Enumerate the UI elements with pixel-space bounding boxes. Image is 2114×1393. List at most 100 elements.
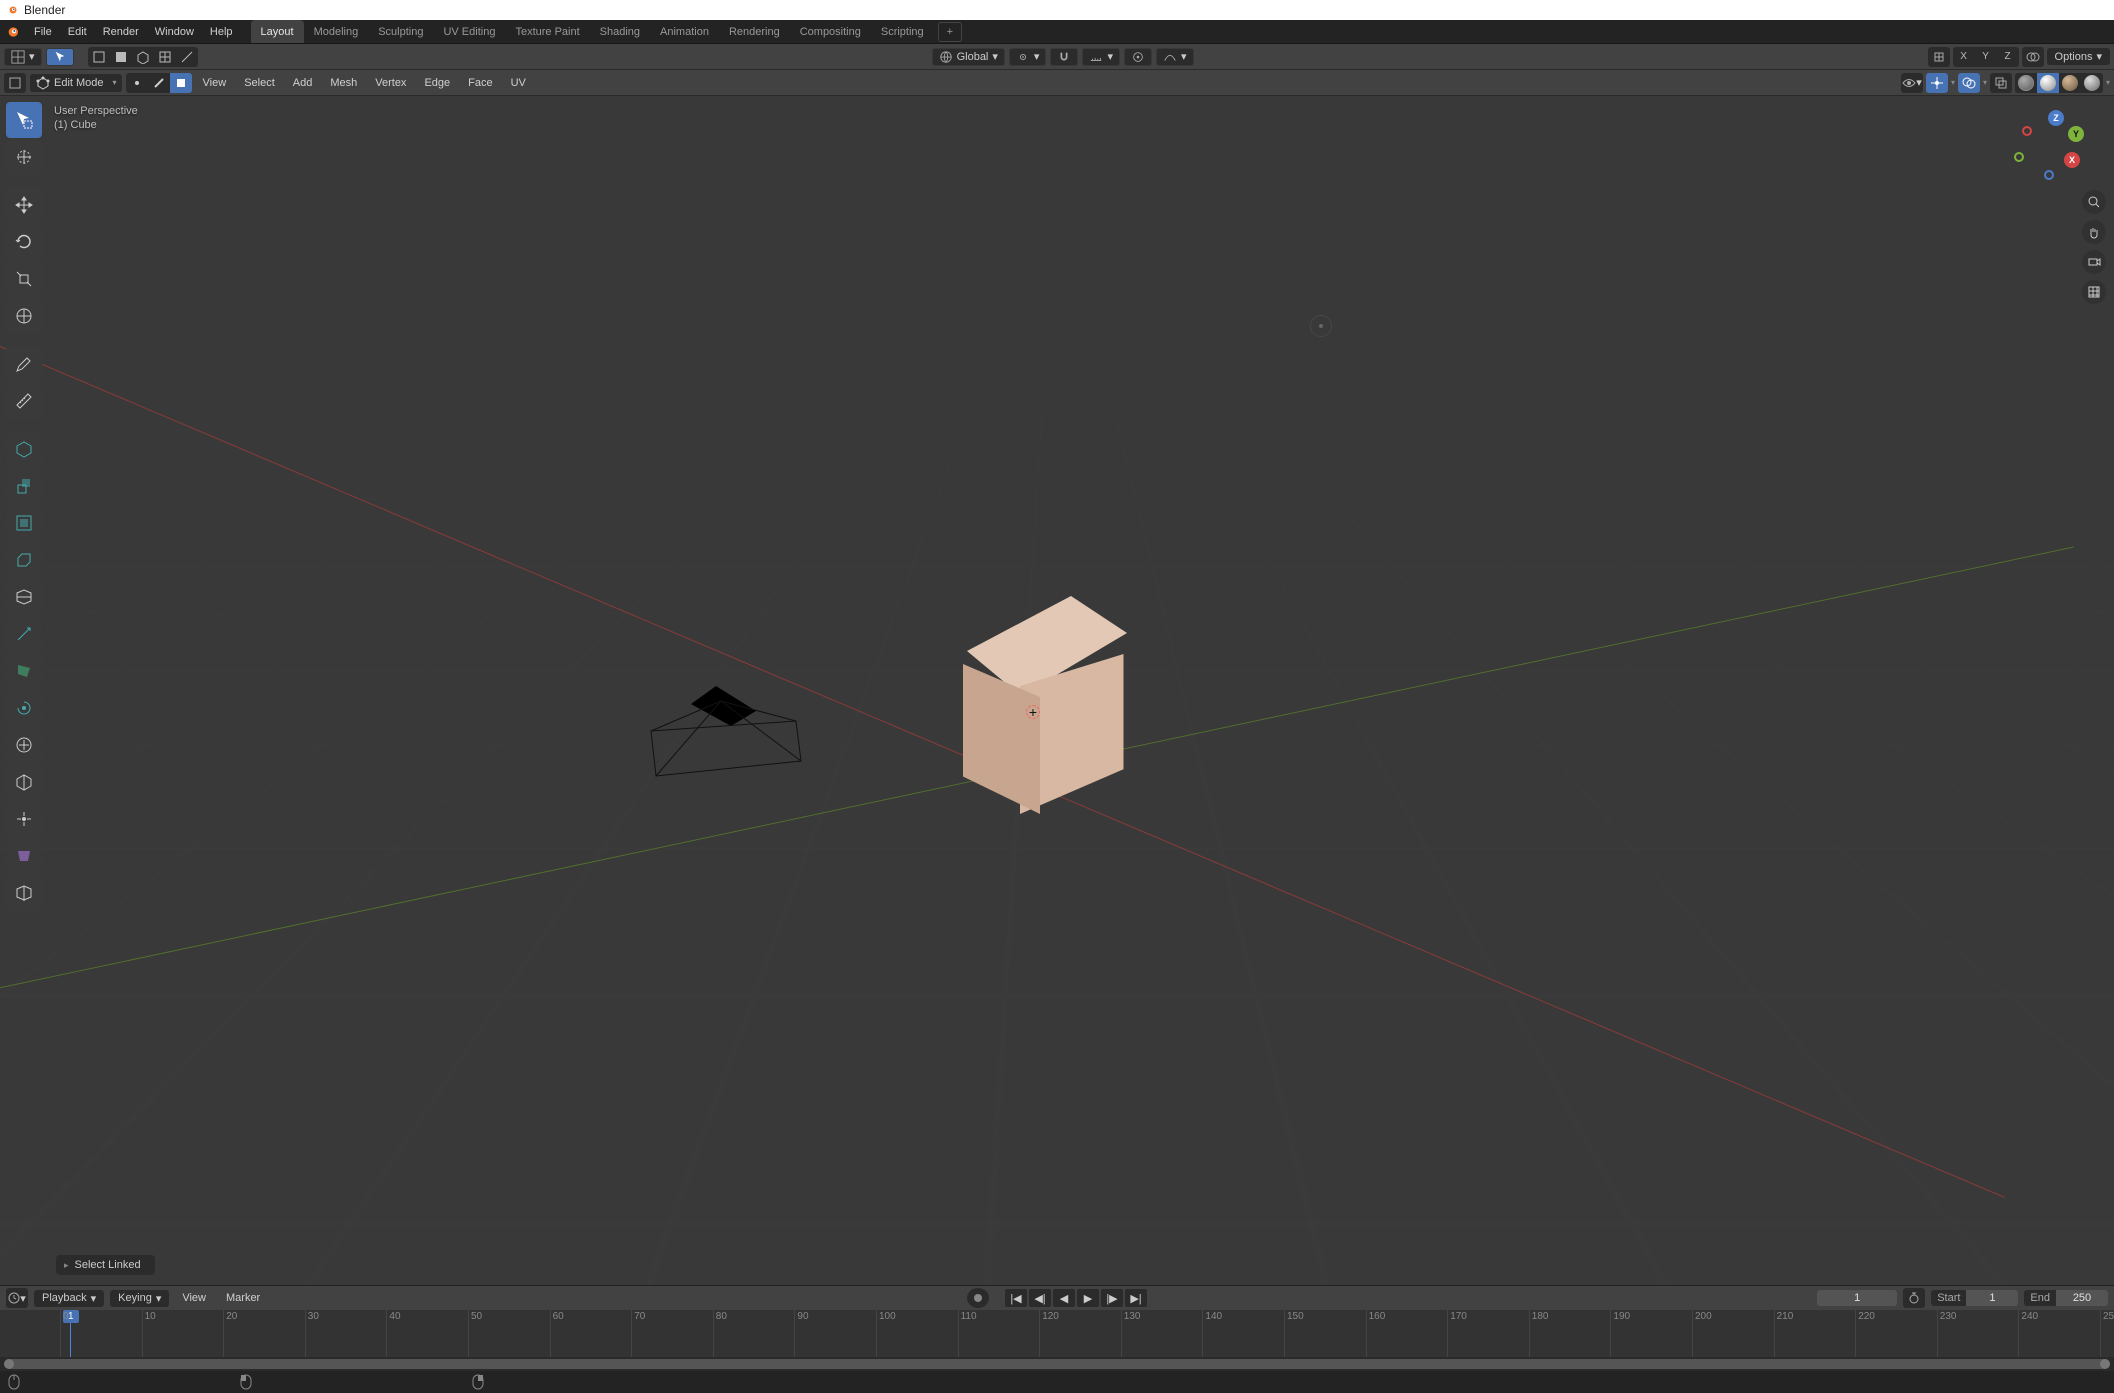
timeline-ruler[interactable]: 0102030405060708090100110120130140150160… xyxy=(0,1310,2114,1357)
tab-compositing[interactable]: Compositing xyxy=(790,20,871,43)
snap-dropdown[interactable]: ▾ xyxy=(1082,48,1120,66)
tool-knife[interactable] xyxy=(6,616,42,652)
gizmo-toggle[interactable] xyxy=(1926,73,1948,93)
tool-select-box[interactable] xyxy=(6,102,42,138)
tool-bevel[interactable] xyxy=(6,542,42,578)
axis-x-toggle[interactable]: X xyxy=(1953,47,1975,67)
keyframe-prev-button[interactable]: ◀| xyxy=(1029,1289,1051,1307)
shading-rendered[interactable] xyxy=(2081,73,2103,93)
preview-range-toggle[interactable] xyxy=(1903,1288,1925,1308)
menu-render[interactable]: Render xyxy=(95,22,147,42)
vertex-select-mode[interactable] xyxy=(126,73,148,93)
menu-view-3d[interactable]: View xyxy=(196,74,234,92)
end-frame-field[interactable]: 250 xyxy=(2056,1290,2108,1306)
tool-move[interactable] xyxy=(6,187,42,223)
timeline-scroll-thumb[interactable] xyxy=(4,1359,2110,1369)
tool-rip[interactable] xyxy=(6,875,42,911)
menu-uv[interactable]: UV xyxy=(504,74,533,92)
nav-gizmo[interactable]: Z Y X xyxy=(2012,110,2084,182)
zoom-button[interactable] xyxy=(2082,190,2106,214)
xray-toggle[interactable] xyxy=(1990,73,2012,93)
tool-scale[interactable] xyxy=(6,261,42,297)
visibility-dropdown[interactable]: ▾ xyxy=(1901,73,1923,93)
select-cube-icon[interactable] xyxy=(132,47,154,67)
jump-end-button[interactable]: ▶| xyxy=(1125,1289,1147,1307)
proportional-dropdown[interactable]: ▾ xyxy=(1156,48,1194,66)
menu-window[interactable]: Window xyxy=(147,22,202,42)
tab-scripting[interactable]: Scripting xyxy=(871,20,934,43)
tool-loopcut[interactable] xyxy=(6,579,42,615)
tool-shear[interactable] xyxy=(6,838,42,874)
select-rect-icon[interactable] xyxy=(88,47,110,67)
persp-ortho-button[interactable] xyxy=(2082,280,2106,304)
viewport-3d[interactable]: User Perspective (1) Cube xyxy=(0,96,2114,1285)
tab-modeling[interactable]: Modeling xyxy=(304,20,369,43)
menu-face[interactable]: Face xyxy=(461,74,499,92)
menu-add-3d[interactable]: Add xyxy=(286,74,320,92)
pivot-dropdown[interactable]: ▾ xyxy=(1009,48,1047,66)
timeline-view-menu[interactable]: View xyxy=(175,1289,213,1307)
intersect-button[interactable] xyxy=(2022,47,2044,67)
menu-mesh[interactable]: Mesh xyxy=(323,74,364,92)
tool-measure[interactable] xyxy=(6,383,42,419)
keying-dropdown[interactable]: Keying ▾ xyxy=(110,1290,169,1307)
menu-edit[interactable]: Edit xyxy=(60,22,95,42)
current-frame-field[interactable]: 1 xyxy=(1817,1290,1897,1306)
tab-texture-paint[interactable]: Texture Paint xyxy=(505,20,589,43)
nav-z-axis[interactable]: Z xyxy=(2048,110,2064,126)
shading-material-preview[interactable] xyxy=(2059,73,2081,93)
start-frame-field[interactable]: 1 xyxy=(1966,1290,2018,1306)
tool-spin[interactable] xyxy=(6,690,42,726)
axis-y-toggle[interactable]: Y xyxy=(1975,47,1997,67)
options-dropdown[interactable]: Options ▾ xyxy=(2047,48,2110,65)
tool-rotate[interactable] xyxy=(6,224,42,260)
orientation-dropdown[interactable]: Global ▾ xyxy=(932,48,1005,66)
menu-select-3d[interactable]: Select xyxy=(237,74,282,92)
tool-cursor[interactable] xyxy=(6,139,42,175)
camera-view-button[interactable] xyxy=(2082,250,2106,274)
tool-extrude[interactable] xyxy=(6,468,42,504)
nav-x-axis[interactable]: X xyxy=(2064,152,2080,168)
tool-edge-slide[interactable] xyxy=(6,764,42,800)
cursor-tool-button[interactable] xyxy=(46,48,74,66)
pan-button[interactable] xyxy=(2082,220,2106,244)
auto-key-toggle[interactable] xyxy=(967,1288,989,1308)
menu-vertex[interactable]: Vertex xyxy=(368,74,413,92)
axis-z-toggle[interactable]: Z xyxy=(1997,47,2019,67)
tool-polybuild[interactable] xyxy=(6,653,42,689)
edge-select-mode[interactable] xyxy=(148,73,170,93)
play-reverse-button[interactable]: ◀ xyxy=(1053,1289,1075,1307)
last-operator-panel[interactable]: Select Linked xyxy=(56,1255,155,1275)
nav-neg-x[interactable] xyxy=(2022,126,2032,136)
face-select-mode[interactable] xyxy=(170,73,192,93)
timeline-scrollbar[interactable] xyxy=(0,1357,2114,1371)
menu-file[interactable]: File xyxy=(26,22,60,42)
tab-animation[interactable]: Animation xyxy=(650,20,719,43)
tool-add-cube[interactable] xyxy=(6,431,42,467)
play-button[interactable]: ▶ xyxy=(1077,1289,1099,1307)
overlay-toggle[interactable] xyxy=(1958,73,1980,93)
add-workspace-button[interactable]: + xyxy=(938,22,962,42)
editor-type-small[interactable] xyxy=(4,73,26,93)
shading-solid[interactable] xyxy=(2037,73,2059,93)
tab-sculpting[interactable]: Sculpting xyxy=(368,20,433,43)
tool-smooth[interactable] xyxy=(6,727,42,763)
menu-edge[interactable]: Edge xyxy=(417,74,457,92)
timeline-editor-type[interactable]: ▾ xyxy=(6,1288,28,1308)
jump-start-button[interactable]: |◀ xyxy=(1005,1289,1027,1307)
mesh-filter-button[interactable] xyxy=(1928,47,1950,67)
tab-layout[interactable]: Layout xyxy=(251,20,304,43)
nav-y-axis[interactable]: Y xyxy=(2068,126,2084,142)
select-grid-icon[interactable] xyxy=(154,47,176,67)
mode-dropdown[interactable]: Edit Mode xyxy=(30,74,122,92)
editor-type-dropdown[interactable]: ▾ xyxy=(4,48,42,66)
tool-inset[interactable] xyxy=(6,505,42,541)
menu-help[interactable]: Help xyxy=(202,22,241,42)
snap-toggle[interactable] xyxy=(1050,48,1078,66)
nav-neg-z[interactable] xyxy=(2044,170,2054,180)
tool-transform[interactable] xyxy=(6,298,42,334)
select-shaded-icon[interactable] xyxy=(110,47,132,67)
playback-dropdown[interactable]: Playback ▾ xyxy=(34,1290,104,1307)
select-edge-icon[interactable] xyxy=(176,47,198,67)
keyframe-next-button[interactable]: |▶ xyxy=(1101,1289,1123,1307)
